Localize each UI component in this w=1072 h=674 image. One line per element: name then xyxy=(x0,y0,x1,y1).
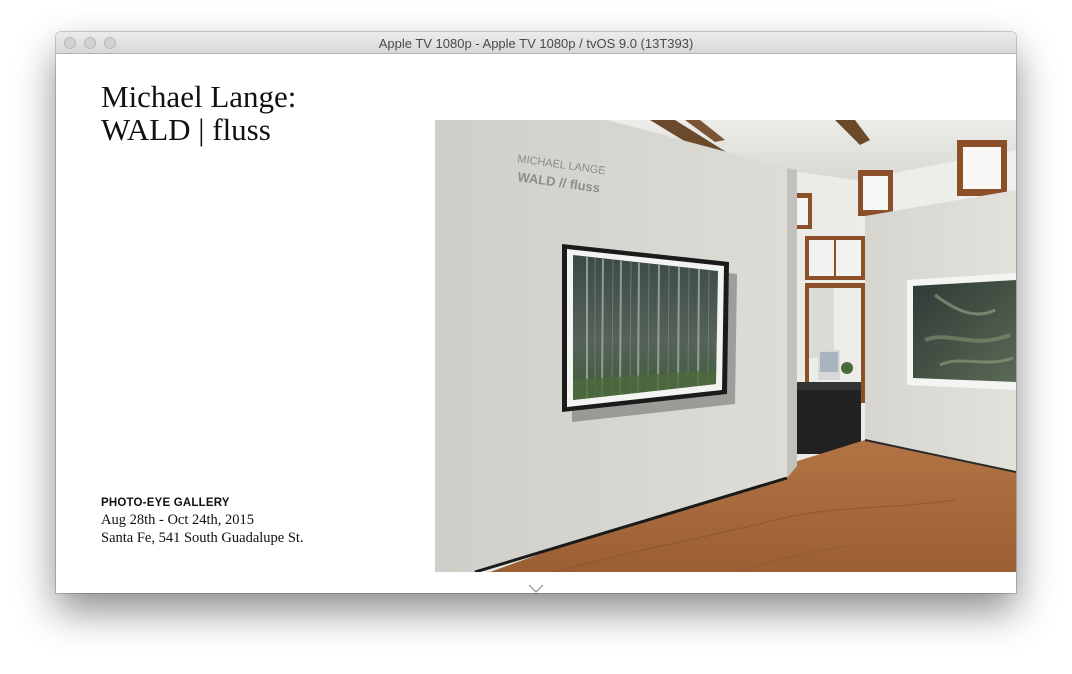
gallery-name: PHOTO-EYE GALLERY xyxy=(101,497,230,509)
chevron-down-icon[interactable] xyxy=(528,584,544,593)
exhibit-location: Santa Fe, 541 South Guadalupe St. xyxy=(101,530,304,546)
exhibit-title-line2: WALD | fluss xyxy=(101,112,271,147)
desktop: Apple TV 1080p - Apple TV 1080p / tvOS 9… xyxy=(0,0,1072,674)
exhibit-info: PHOTO-EYE GALLERY Aug 28th - Oct 24th, 2… xyxy=(101,496,304,547)
exhibit-photo[interactable]: MICHAEL LANGE WALD // fluss xyxy=(435,120,1016,572)
exhibit-title: Michael Lange: WALD | fluss xyxy=(101,80,296,146)
exhibit-title-line1: Michael Lange: xyxy=(101,79,297,114)
simulator-window: Apple TV 1080p - Apple TV 1080p / tvOS 9… xyxy=(56,32,1016,593)
tv-screen: Michael Lange: WALD | fluss PHOTO-EYE GA… xyxy=(56,54,1016,593)
exhibit-dates: Aug 28th - Oct 24th, 2015 xyxy=(101,512,255,528)
title-bar[interactable]: Apple TV 1080p - Apple TV 1080p / tvOS 9… xyxy=(56,32,1016,54)
window-title: Apple TV 1080p - Apple TV 1080p / tvOS 9… xyxy=(378,36,694,51)
